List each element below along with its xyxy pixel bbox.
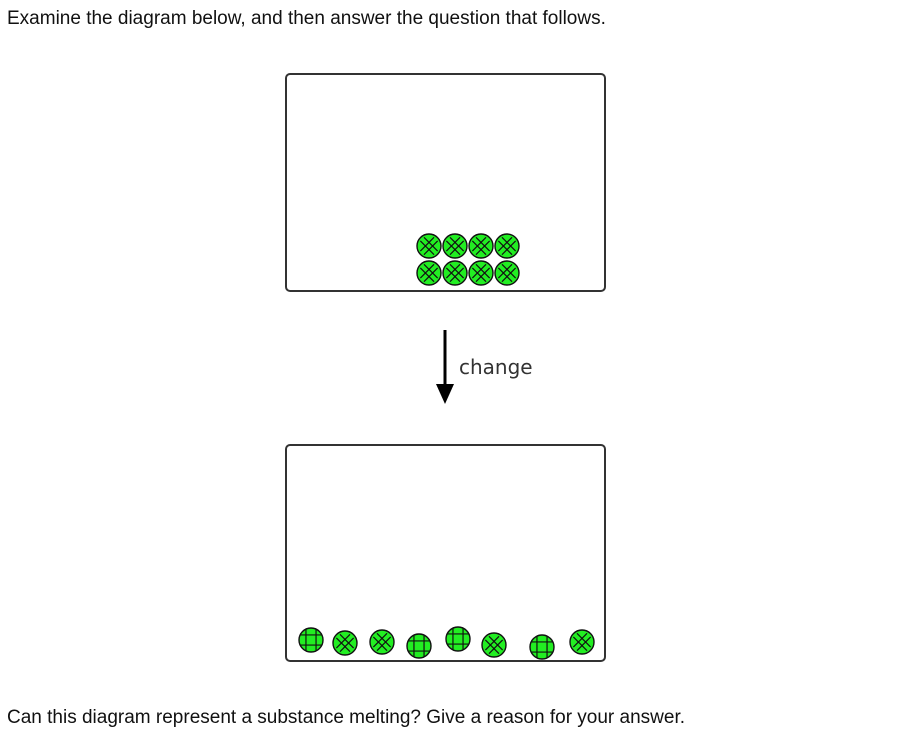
particle	[494, 233, 520, 259]
question-text: Can this diagram represent a substance m…	[7, 707, 686, 728]
particle	[445, 626, 471, 652]
particle	[468, 233, 494, 259]
after-container	[285, 444, 606, 662]
particle	[442, 260, 468, 286]
particle	[481, 632, 507, 658]
particle	[442, 233, 468, 259]
particle	[529, 634, 555, 660]
particle	[298, 627, 324, 653]
change-label: change	[459, 355, 533, 379]
particle	[332, 630, 358, 656]
particle	[406, 633, 432, 659]
particle	[369, 629, 395, 655]
particle	[569, 629, 595, 655]
particle-change-diagram: change	[285, 73, 606, 662]
particle	[494, 260, 520, 286]
down-arrow-icon	[436, 384, 454, 404]
change-arrow	[436, 330, 454, 404]
particle	[416, 233, 442, 259]
particle	[468, 260, 494, 286]
particle	[416, 260, 442, 286]
before-container	[285, 73, 606, 292]
